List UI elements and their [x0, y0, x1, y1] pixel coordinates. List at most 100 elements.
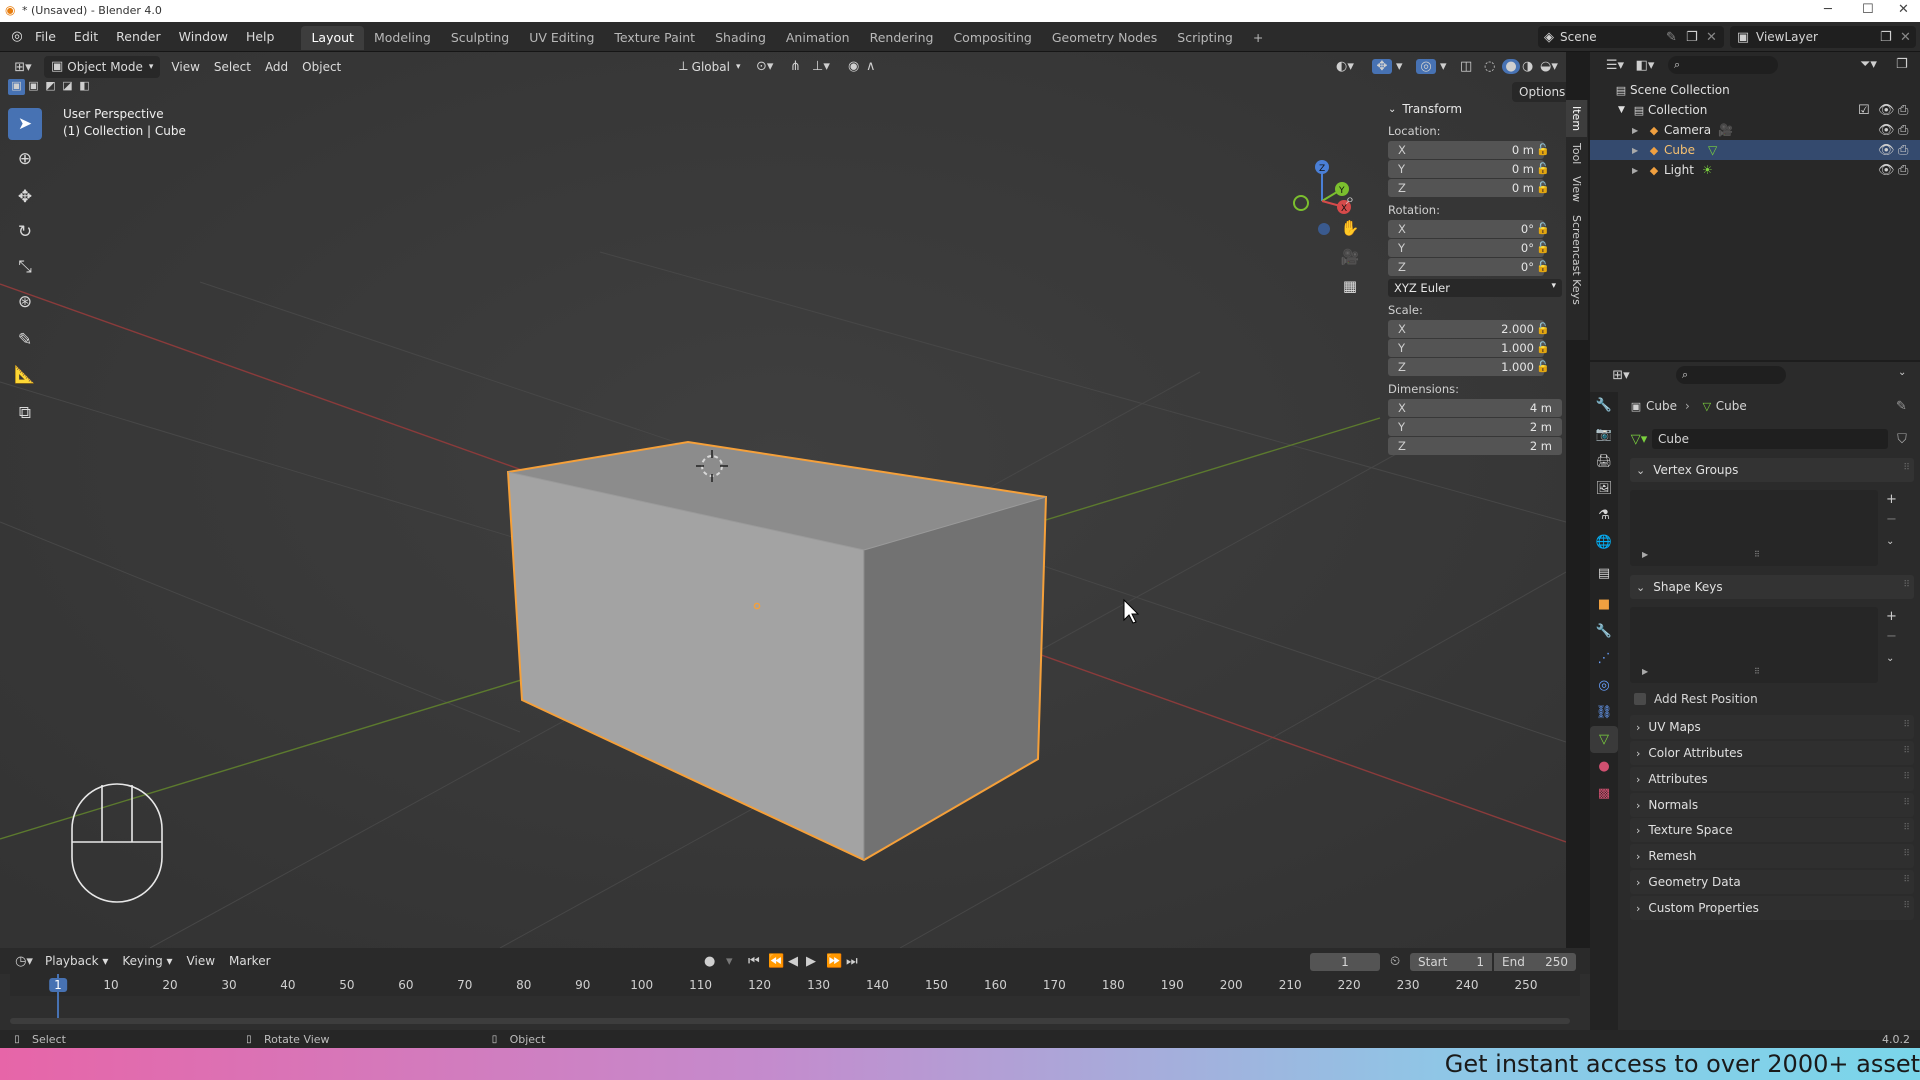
collection-tab-icon[interactable]: ▤	[1590, 560, 1618, 587]
scene-tab-icon[interactable]: ⚗	[1590, 502, 1618, 529]
list-expand-icon[interactable]: ▶	[1642, 667, 1648, 676]
outliner-collection[interactable]: ▼ ▤ Collection ☑ 👁 ⎙	[1590, 100, 1920, 120]
eye-icon[interactable]: 👁	[1878, 123, 1895, 138]
lock-icon[interactable]: 🔓	[1536, 241, 1550, 254]
object-mode-dropdown[interactable]: ▣ Object Mode ▾	[44, 56, 161, 78]
timeline-tick-20[interactable]: 20	[162, 978, 177, 992]
modifier-tab-icon[interactable]: 🔧	[1590, 618, 1618, 645]
timeline-tick-220[interactable]: 220	[1338, 978, 1361, 992]
shape-key-menu-icon[interactable]: ⌄	[1886, 653, 1894, 664]
scale-x-field[interactable]: X 2.000 🔓	[1388, 320, 1550, 338]
outliner-item-camera[interactable]: ▶ ◆ Camera 🎥 👁 ⎙	[1590, 120, 1920, 140]
drag-handle-icon[interactable]: ⠿	[1903, 720, 1910, 730]
snap-target-icon[interactable]: ⊥▾	[812, 59, 830, 74]
expand-arrow-icon[interactable]: ▼	[1618, 105, 1630, 115]
lock-icon[interactable]: 🔓	[1536, 260, 1550, 273]
annotate-tool[interactable]: ✎	[8, 324, 42, 356]
remove-vertex-group-icon[interactable]: −	[1886, 512, 1897, 527]
add-vertex-group-icon[interactable]: +	[1886, 492, 1897, 507]
outliner-editor-type-icon[interactable]: ☰▾	[1600, 58, 1630, 73]
texture-tab-icon[interactable]: ▩	[1590, 780, 1618, 807]
pivot-point-icon[interactable]: ⊙▾	[756, 59, 773, 74]
editor-type-icon[interactable]: ⊞▾	[10, 60, 36, 75]
timeline-tick-230[interactable]: 230	[1397, 978, 1420, 992]
visibility-icon[interactable]: ◐▾	[1336, 59, 1354, 74]
expand-arrow-icon[interactable]: ▶	[1632, 126, 1644, 135]
world-tab-icon[interactable]: 🌐	[1590, 529, 1618, 556]
vertex-groups-list[interactable]: ▶ ⠿	[1630, 490, 1878, 566]
timeline-tick-10[interactable]: 10	[103, 978, 118, 992]
vertex-group-menu-icon[interactable]: ⌄	[1886, 536, 1894, 547]
cursor-tool[interactable]: ⊕	[8, 143, 42, 175]
scale-y-field[interactable]: Y 1.000 🔓	[1388, 339, 1550, 357]
timeline-scrollbar[interactable]	[10, 1018, 1570, 1024]
render-tab-icon[interactable]: 📷	[1590, 421, 1618, 448]
pan-hand-icon[interactable]: ✋	[1336, 215, 1364, 241]
timeline-tick-190[interactable]: 190	[1161, 978, 1184, 992]
dimensions-z-field[interactable]: Z 2 m	[1388, 437, 1562, 455]
timeline-tick-30[interactable]: 30	[221, 978, 236, 992]
camera-render-icon[interactable]: ⎙	[1898, 123, 1908, 138]
location-z-field[interactable]: Z 0 m 🔓	[1388, 179, 1550, 197]
panel-attributes[interactable]: › Attributes ⠿	[1630, 767, 1914, 791]
drag-handle-icon[interactable]: ⠿	[1903, 463, 1910, 473]
new-collection-icon[interactable]: ❐	[1896, 57, 1908, 72]
chevron-down-icon[interactable]: ⌄	[1898, 367, 1906, 378]
snap-icon[interactable]: ⋔	[790, 59, 801, 74]
timeline-tick-250[interactable]: 250	[1515, 978, 1538, 992]
timeline-tick-90[interactable]: 90	[575, 978, 590, 992]
tab-rendering[interactable]: Rendering	[860, 26, 944, 50]
camera-render-icon[interactable]: ⎙	[1898, 103, 1908, 118]
viewport-menu-object[interactable]: Object	[295, 56, 348, 78]
select-intersect-icon[interactable]: ◧	[76, 79, 93, 95]
mesh-browse-icon[interactable]: ▽▾	[1626, 432, 1652, 447]
scale-tool[interactable]: ⤡	[8, 251, 42, 283]
timeline-tick-210[interactable]: 210	[1279, 978, 1302, 992]
expand-arrow-icon[interactable]: ▶	[1632, 166, 1644, 175]
rotation-y-field[interactable]: Y 0° 🔓	[1388, 239, 1550, 257]
ortho-grid-icon[interactable]: ▦	[1336, 273, 1364, 299]
new-scene-icon[interactable]: ❐	[1686, 30, 1698, 45]
tab-shading[interactable]: Shading	[705, 26, 776, 50]
tab-animation[interactable]: Animation	[776, 26, 860, 50]
view-layer-tab-icon[interactable]: 🖼	[1590, 475, 1618, 502]
select-subtract-icon[interactable]: ◩	[42, 79, 59, 95]
fake-user-shield-icon[interactable]: ⛉	[1892, 432, 1912, 447]
panel-texture-space[interactable]: › Texture Space ⠿	[1630, 818, 1914, 842]
lock-icon[interactable]: 🔓	[1536, 322, 1550, 335]
panel-color-attributes[interactable]: › Color Attributes ⠿	[1630, 741, 1914, 765]
mesh-name-field[interactable]: Cube	[1652, 429, 1888, 449]
particles-tab-icon[interactable]: ⋰	[1590, 645, 1618, 672]
proportional-edit-icon[interactable]: ◉	[848, 59, 859, 74]
timeline-tick-160[interactable]: 160	[984, 978, 1007, 992]
filter-icon[interactable]: ⏷▾	[1860, 57, 1877, 72]
minimize-icon[interactable]: ─	[1824, 2, 1832, 17]
panel-vertex-groups[interactable]: ⌄ Vertex Groups ⠿	[1630, 458, 1914, 482]
add-workspace-button[interactable]: +	[1243, 26, 1273, 50]
material-tab-icon[interactable]: ●	[1590, 753, 1618, 780]
drag-handle-icon[interactable]: ⠿	[1903, 798, 1910, 808]
list-expand-icon[interactable]: ▶	[1642, 550, 1648, 559]
list-resize-handle[interactable]: ⠿	[1754, 550, 1760, 559]
promo-banner[interactable]: Get instant access to over 2000+ asset	[0, 1048, 1920, 1080]
mesh-data-tab-icon[interactable]: ▽	[1590, 726, 1618, 753]
drag-handle-icon[interactable]: ⠿	[1903, 875, 1910, 885]
sidebar-tab-tool[interactable]: Tool	[1566, 137, 1587, 170]
shape-keys-list[interactable]: ▶ ⠿	[1630, 607, 1878, 683]
timeline-tick-70[interactable]: 70	[457, 978, 472, 992]
3d-viewport[interactable]: ⊞▾ ▣ Object Mode ▾ View Select Add Object ⟂…	[0, 52, 1566, 948]
list-resize-handle[interactable]: ⠿	[1754, 667, 1760, 676]
panel-normals[interactable]: › Normals ⠿	[1630, 793, 1914, 817]
add-shape-key-icon[interactable]: +	[1886, 609, 1897, 624]
timeline-tick-130[interactable]: 130	[807, 978, 830, 992]
timeline-tick-150[interactable]: 150	[925, 978, 948, 992]
menu-edit[interactable]: Edit	[65, 22, 107, 52]
menu-help[interactable]: Help	[237, 22, 284, 52]
constraints-tab-icon[interactable]: ⛓	[1590, 699, 1618, 726]
drag-handle-icon[interactable]: ⠿	[1903, 901, 1910, 911]
sidebar-tab-view[interactable]: View	[1566, 170, 1587, 208]
maximize-icon[interactable]: ☐	[1862, 2, 1874, 17]
timeline-tick-120[interactable]: 120	[748, 978, 771, 992]
tool-tab-icon[interactable]: 🔧	[1590, 392, 1618, 419]
sidebar-tab-item[interactable]: Item	[1566, 100, 1587, 138]
